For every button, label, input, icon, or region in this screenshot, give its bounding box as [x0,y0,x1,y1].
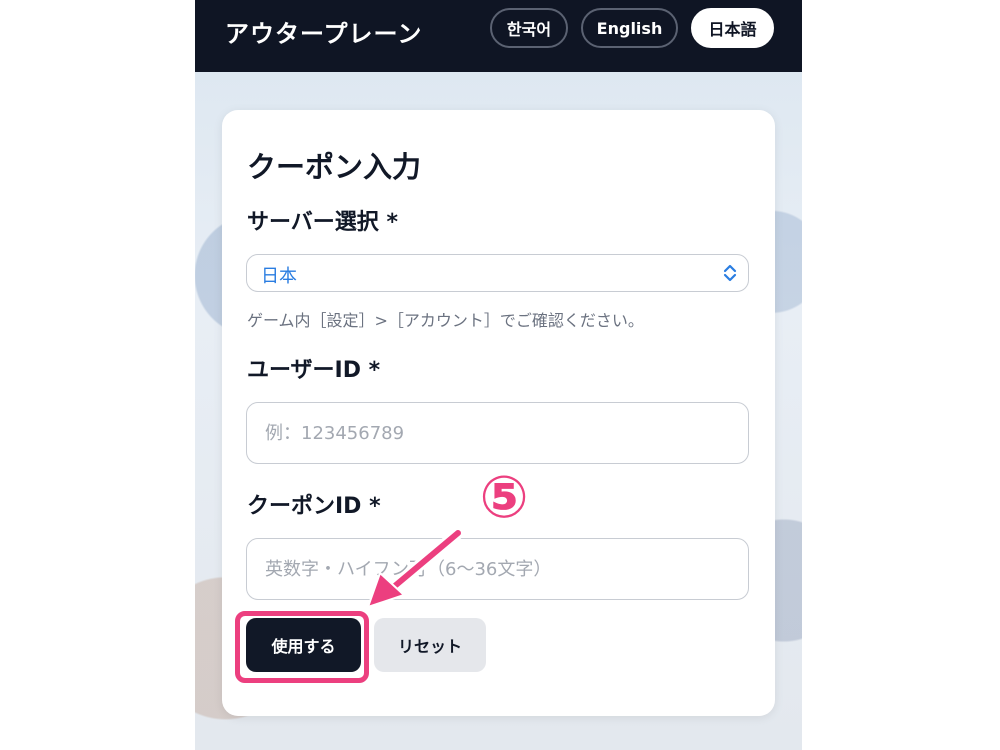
user-id-label: ユーザーID * [247,358,381,383]
language-button-japanese[interactable]: 日本語 [691,8,774,48]
server-select-value: 日本 [261,266,297,287]
submit-button-highlight [235,611,369,683]
server-select-label: サーバー選択 * [247,210,398,235]
form-title: クーポン入力 [247,150,422,184]
server-select[interactable]: 日本 [246,254,749,292]
server-help-text: ゲーム内［設定］>［アカウント］でご確認ください。 [247,311,644,330]
language-button-english[interactable]: English [581,8,678,48]
coupon-id-label: クーポンID * [247,494,381,519]
chevron-up-down-icon [723,264,737,282]
user-id-input[interactable] [246,402,749,464]
site-logo-text[interactable]: アウタープレーン [225,14,422,49]
pointer-arrow-icon [367,527,464,608]
top-navigation-bar: アウタープレーン 한국어 English 日本語 [195,0,802,72]
step-number-marker: ⑤ [479,463,529,531]
coupon-id-input[interactable] [246,538,749,600]
reset-button[interactable]: リセット [374,618,486,672]
language-button-korean[interactable]: 한국어 [490,8,568,48]
